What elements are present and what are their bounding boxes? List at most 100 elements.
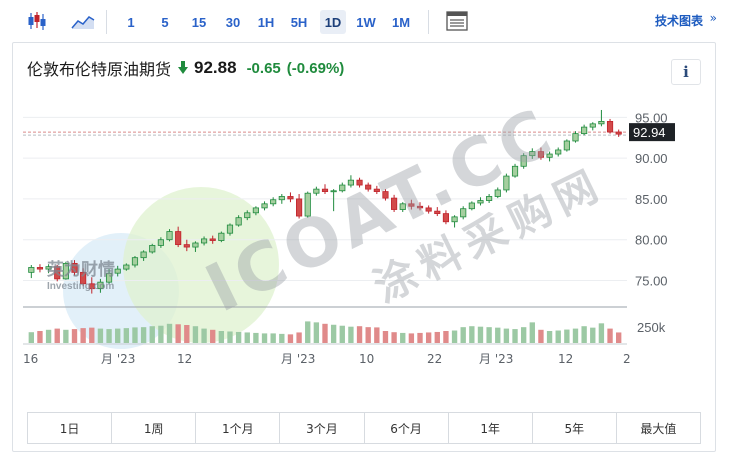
price-chart[interactable]: 75.00 80.00 85.00 90.00 95.0092.94 250k 16 月 '2… — [13, 43, 717, 453]
timeframe-5h[interactable]: 5H — [286, 10, 312, 34]
volume-bar — [581, 326, 587, 343]
candle-body — [140, 251, 147, 259]
volume-bar — [598, 323, 605, 343]
volume-bar — [149, 326, 155, 343]
volume-bar — [115, 328, 121, 343]
tech-chart-link[interactable]: 技术图表 — [655, 12, 703, 29]
volume-bar — [365, 327, 371, 343]
volume-bar — [106, 329, 112, 343]
info-icon[interactable]: i — [671, 59, 701, 85]
candle-body — [36, 267, 44, 270]
range-3m[interactable]: 3个月 — [280, 413, 365, 443]
timeframe-1d[interactable]: 1D — [320, 10, 346, 34]
volume-bar — [253, 332, 259, 343]
timeframe-30[interactable]: 30 — [220, 10, 246, 34]
volume-bar — [451, 330, 458, 343]
volume-bar — [322, 323, 328, 343]
volume-bar — [296, 332, 302, 343]
volume-bar — [261, 333, 268, 343]
candle-body — [244, 212, 251, 219]
candle-body — [226, 224, 234, 234]
candle-body — [606, 121, 614, 133]
area-chart-icon[interactable] — [68, 8, 98, 34]
volume-bar — [140, 327, 147, 343]
volume-bar — [54, 328, 60, 343]
volume-bar — [244, 332, 250, 343]
timeframe-1h[interactable]: 1H — [253, 10, 279, 34]
last-price-label: 92.94 — [633, 125, 666, 140]
volume-bar — [538, 329, 544, 343]
volume-bar — [175, 324, 181, 343]
volume-bar — [529, 322, 535, 343]
volume-bar — [486, 327, 492, 343]
volume-bar — [555, 330, 561, 343]
candlestick-icon[interactable] — [22, 8, 52, 34]
candle-body — [235, 217, 242, 226]
volume-bar — [546, 331, 553, 343]
volume-bar — [287, 334, 294, 343]
candle-body — [175, 231, 182, 246]
volume-bar — [564, 329, 570, 343]
volume-bar — [123, 328, 130, 343]
range-1d[interactable]: 1日 — [28, 413, 113, 443]
candle-body — [313, 188, 320, 194]
candle-body — [183, 244, 190, 248]
volume-bar — [348, 326, 354, 343]
candle-body — [123, 264, 130, 270]
timeframe-1w[interactable]: 1W — [352, 10, 380, 34]
candle-body — [252, 207, 259, 214]
timeframe-1m[interactable]: 1M — [387, 10, 415, 34]
volume-bar — [132, 327, 138, 343]
volume-bar — [37, 331, 43, 343]
candle-body — [166, 231, 173, 241]
volume-bar — [356, 326, 363, 343]
timeframe-1[interactable]: 1 — [120, 10, 142, 34]
range-1m[interactable]: 1个月 — [196, 413, 281, 443]
volume-bar — [218, 331, 225, 343]
volume-bar — [45, 329, 52, 343]
volume-bar — [97, 328, 104, 343]
candle-body — [157, 239, 164, 246]
volume-bar — [28, 332, 34, 343]
candle-body — [218, 232, 225, 241]
range-6m[interactable]: 6个月 — [365, 413, 449, 443]
y-tick-label: 90.00 — [635, 151, 668, 166]
double-chevron-right-icon[interactable]: » — [710, 11, 717, 25]
table-view-icon[interactable] — [442, 8, 472, 34]
x-tick-label: 16 — [23, 352, 38, 366]
watermark-logo-en: Investing.com — [47, 281, 114, 292]
range-5y[interactable]: 5年 — [533, 413, 617, 443]
y-tick-label: 95.00 — [635, 110, 668, 125]
candle-body — [589, 123, 596, 128]
watermark-logo-cn: 英为财情 — [47, 259, 115, 280]
candle-body — [287, 196, 294, 200]
candle-body — [131, 257, 139, 266]
y-tick-label: 85.00 — [635, 192, 668, 207]
volume-bar — [495, 327, 501, 343]
range-1w[interactable]: 1周 — [112, 413, 197, 443]
timeframe-15[interactable]: 15 — [186, 10, 212, 34]
volume-bar — [434, 331, 440, 343]
range-max[interactable]: 最大值 — [617, 413, 700, 443]
range-selector: 1日 1周 1个月 3个月 6个月 1年 5年 最大值 — [27, 412, 701, 444]
x-tick-label: 月 '23 — [281, 352, 315, 366]
x-tick-label: 10 — [359, 352, 374, 366]
instrument-name: 伦敦布伦特原油期货 — [27, 60, 172, 79]
candle-body — [270, 199, 277, 205]
volume-bar — [469, 326, 475, 343]
volume-bar — [192, 326, 199, 343]
volume-bar — [63, 329, 69, 343]
volume-bar — [227, 331, 233, 343]
range-1y[interactable]: 1年 — [449, 413, 533, 443]
volume-bar — [503, 328, 510, 343]
instrument-price: 92.88 — [194, 58, 237, 77]
volume-bar — [305, 321, 311, 343]
timeframe-5[interactable]: 5 — [154, 10, 176, 34]
volume-bar — [80, 328, 86, 343]
volume-bar — [166, 323, 173, 343]
volume-bar — [89, 327, 95, 343]
volume-bar — [330, 324, 337, 343]
x-tick-label: 2 — [623, 352, 631, 366]
volume-bar — [339, 325, 345, 343]
candle-body — [261, 203, 268, 209]
